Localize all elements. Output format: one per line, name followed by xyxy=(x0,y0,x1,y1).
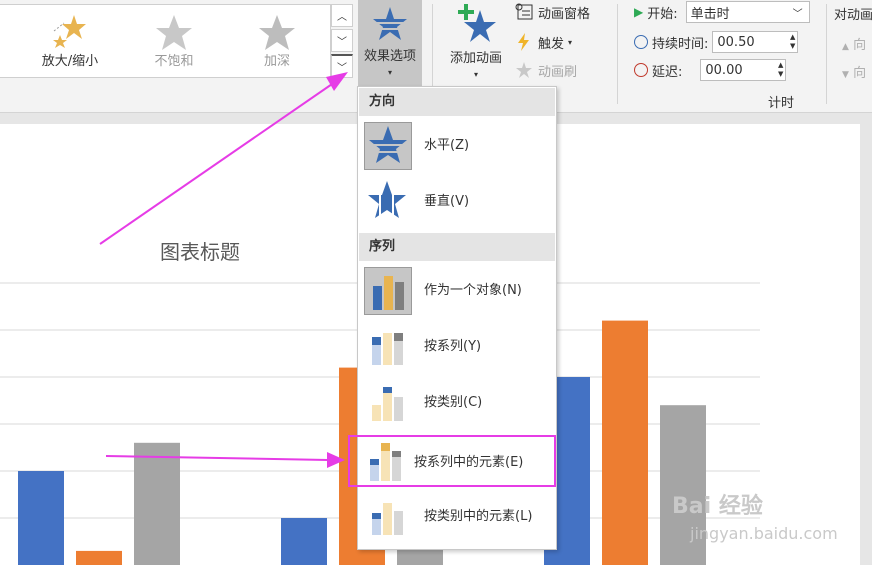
dropdown-caret-icon: ▾ xyxy=(387,68,392,77)
divider xyxy=(617,4,618,104)
menu-item-label: 垂直(V) xyxy=(424,194,470,209)
menu-item-label: 按系列(Y) xyxy=(424,339,482,354)
menu-item-label: 按系列中的元素(E) xyxy=(414,455,524,470)
trigger-label: 触发 xyxy=(538,36,565,52)
dropdown-caret-icon: ▾ xyxy=(473,70,478,79)
scroll-up-button[interactable]: ︿ xyxy=(331,4,353,27)
vertical-star-icon xyxy=(364,178,412,226)
star-direction-icon xyxy=(373,7,407,40)
menu-item-label: 按类别(C) xyxy=(424,395,483,410)
spin-arrows-icon[interactable]: ▲ ▼ xyxy=(790,33,795,51)
start-label: 开始: xyxy=(647,6,678,22)
by-element-in-series-icon xyxy=(362,439,410,487)
desaturate-star-icon xyxy=(156,15,192,50)
by-series-icon xyxy=(364,323,412,371)
reorder-label: 对动画 xyxy=(834,8,872,23)
animation-painter-icon xyxy=(516,62,532,78)
spin-arrows-icon[interactable]: ▲ ▼ xyxy=(778,61,783,79)
delay-input[interactable]: 00.00 ▲ ▼ xyxy=(700,59,787,81)
gallery-item-desaturate[interactable]: 不饱和 xyxy=(134,9,214,73)
sequence-header: 序列 xyxy=(359,233,555,261)
menu-item-as-one-object[interactable]: 作为一个对象(N) xyxy=(361,265,553,317)
start-row: ▶ 开始: 单击时 ﹀ xyxy=(634,0,810,24)
direction-header: 方向 xyxy=(359,88,555,116)
lightning-icon xyxy=(518,33,529,51)
watermark-brand: Bai 经验 xyxy=(672,494,763,519)
menu-item-by-category[interactable]: 按类别(C) xyxy=(361,377,553,429)
gallery-item-grow-shrink[interactable]: 放大/缩小 xyxy=(30,9,110,73)
animation-pane-icon xyxy=(515,3,533,20)
delay-clock-icon xyxy=(634,63,648,77)
menu-item-by-element-in-series[interactable]: 按系列中的元素(E) xyxy=(348,435,556,487)
move-later-button: ▼ 向 xyxy=(842,62,866,81)
menu-item-vertical[interactable]: 垂直(V) xyxy=(361,176,553,228)
triangle-up-icon: ▲ xyxy=(842,42,849,52)
dropdown-caret-icon: ▾ xyxy=(568,37,573,47)
move-earlier-label: 向 xyxy=(853,38,867,53)
trigger-button[interactable]: 触发 ▾ xyxy=(514,30,572,54)
gallery-more-button[interactable]: ﹀ xyxy=(331,54,353,78)
move-later-label: 向 xyxy=(853,66,867,81)
menu-item-by-series[interactable]: 按系列(Y) xyxy=(361,321,553,373)
divider xyxy=(826,4,827,104)
duration-row: 持续时间: 00.50 ▲ ▼ xyxy=(634,30,799,54)
menu-item-label: 作为一个对象(N) xyxy=(424,283,522,298)
gallery-item-label: 放大/缩小 xyxy=(41,54,99,69)
chevron-up-icon: ︿ xyxy=(337,12,347,23)
delay-value: 00.00 xyxy=(705,62,743,78)
menu-item-label: 按类别中的元素(L) xyxy=(424,509,533,524)
effect-options-button[interactable]: 效果选项 ▾ xyxy=(358,0,422,90)
darken-star-icon xyxy=(259,15,295,50)
add-animation-star-icon xyxy=(458,4,496,42)
animation-pane-button[interactable]: 动画窗格 xyxy=(514,0,590,24)
animation-pane-label: 动画窗格 xyxy=(538,6,591,22)
animation-painter-button: 动画刷 xyxy=(514,58,577,82)
chart-title[interactable]: 图表标题 xyxy=(160,236,240,265)
effect-options-menu: 方向 水平(Z) 垂直(V) 序列 作为一个对象(N) 按系列(Y) 按类别(C… xyxy=(348,86,557,550)
move-earlier-button: ▲ 向 xyxy=(842,34,866,53)
delay-label: 延迟: xyxy=(652,64,683,80)
menu-item-by-element-in-category[interactable]: 按类别中的元素(L) xyxy=(361,491,553,543)
play-icon: ▶ xyxy=(634,5,644,19)
menu-item-horizontal[interactable]: 水平(Z) xyxy=(361,120,553,172)
gallery-item-label: 加深 xyxy=(263,54,290,69)
effect-options-label: 效果选项 xyxy=(363,49,416,64)
gallery-item-darken[interactable]: 加深 xyxy=(237,9,317,73)
start-select[interactable]: 单击时 ﹀ xyxy=(685,1,810,23)
by-category-icon xyxy=(364,379,412,427)
chevron-down-icon: ﹀ xyxy=(337,37,347,48)
by-element-in-category-icon xyxy=(364,493,412,541)
horizontal-star-icon xyxy=(364,122,412,170)
duration-value: 00.50 xyxy=(717,34,755,50)
duration-input[interactable]: 00.50 ▲ ▼ xyxy=(712,31,799,53)
timing-group-label: 计时 xyxy=(768,96,795,111)
delay-row: 延迟: 00.00 ▲ ▼ xyxy=(634,58,787,82)
duration-label: 持续时间: xyxy=(652,36,709,52)
menu-item-label: 水平(Z) xyxy=(424,138,470,153)
add-animation-label: 添加动画 xyxy=(449,51,502,66)
add-animation-button[interactable]: 添加动画 ▾ xyxy=(444,2,508,88)
triangle-down-icon: ▼ xyxy=(842,70,849,80)
animation-gallery: 放大/缩小 不饱和 加深 xyxy=(0,4,331,78)
as-one-object-icon xyxy=(364,267,412,315)
scroll-down-button[interactable]: ﹀ xyxy=(331,29,353,52)
grow-shrink-star-icon xyxy=(53,15,86,48)
chevron-down-icon: ﹀ xyxy=(792,8,803,20)
gallery-scroll: ︿ ﹀ ﹀ xyxy=(331,4,353,78)
watermark-url: jingyan.baidu.com xyxy=(690,524,838,543)
chevron-down-icon: ﹀ xyxy=(337,63,347,74)
animation-painter-label: 动画刷 xyxy=(538,64,578,80)
clock-icon xyxy=(634,35,648,49)
start-value: 单击时 xyxy=(690,6,730,22)
gallery-item-label: 不饱和 xyxy=(154,54,194,69)
